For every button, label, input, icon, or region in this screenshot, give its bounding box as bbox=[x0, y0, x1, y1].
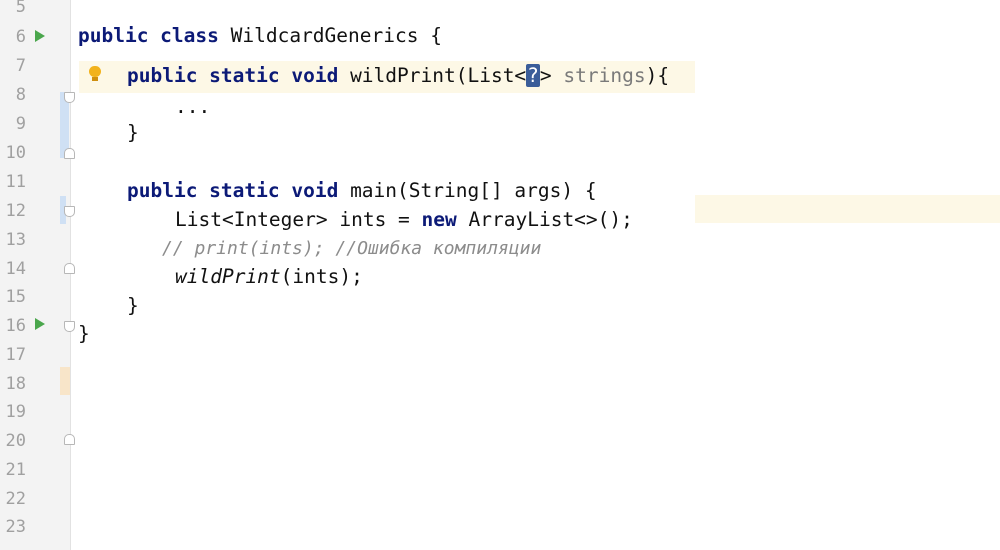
line-number: 12 bbox=[5, 201, 26, 221]
line-number: 14 bbox=[5, 259, 26, 279]
unused-parameter: strings bbox=[551, 64, 646, 87]
code-text: ){ bbox=[645, 64, 670, 87]
code-text: } bbox=[78, 322, 90, 345]
line-number: 5 bbox=[15, 0, 26, 17]
folded-code-placeholder[interactable]: ... bbox=[175, 96, 210, 118]
change-marker bbox=[60, 367, 70, 395]
keyword: public static void bbox=[127, 64, 339, 87]
code-text: } bbox=[127, 121, 139, 144]
line-number: 18 bbox=[5, 374, 26, 394]
code-text: List<Integer> ints = bbox=[175, 208, 422, 231]
line-number: 9 bbox=[15, 114, 26, 134]
keyword: public class bbox=[78, 24, 219, 47]
code-text: main(String[] args) { bbox=[338, 179, 597, 202]
line-number: 8 bbox=[15, 85, 26, 105]
line-number: 17 bbox=[5, 345, 26, 365]
line-number: 23 bbox=[5, 517, 26, 537]
keyword: public static void bbox=[127, 179, 339, 202]
code-text: WildcardGenerics { bbox=[218, 24, 442, 47]
code-line-11[interactable]: public static void main(String[] args) { bbox=[127, 180, 597, 202]
fold-icon[interactable] bbox=[64, 92, 75, 103]
line-number: 16 bbox=[5, 316, 26, 336]
caret-line-highlight bbox=[695, 195, 1000, 223]
code-text: wildPrint(List< bbox=[338, 64, 527, 87]
code-line-15[interactable]: } bbox=[127, 295, 139, 317]
code-line-14[interactable]: wildPrint(ints); bbox=[175, 266, 363, 288]
code-editor[interactable]: 5 6 7 8 9 10 11 12 13 14 15 16 17 18 19 … bbox=[0, 0, 1000, 550]
code-line-16[interactable]: } bbox=[78, 323, 90, 345]
code-text: > bbox=[539, 64, 552, 87]
unfold-icon[interactable] bbox=[64, 148, 75, 159]
line-number: 19 bbox=[5, 402, 26, 422]
line-number: 10 bbox=[5, 143, 26, 163]
code-text: (ints); bbox=[280, 265, 363, 288]
code-line-7[interactable]: public static void wildPrint(List<?> str… bbox=[127, 64, 670, 87]
line-number: 11 bbox=[5, 172, 26, 192]
keyword: new bbox=[421, 208, 457, 231]
comment-text: // print(ints); //Ошибка компиляции bbox=[162, 238, 542, 259]
line-number: 7 bbox=[15, 56, 26, 76]
unfold-icon[interactable] bbox=[64, 263, 75, 274]
ellipsis: ... bbox=[175, 95, 211, 118]
line-number: 22 bbox=[5, 489, 26, 509]
code-line-12[interactable]: List<Integer> ints = new ArrayList<>(); bbox=[175, 209, 633, 231]
code-line-13-comment[interactable]: // print(ints); //Ошибка компиляции bbox=[162, 238, 541, 260]
code-line-6[interactable]: public class WildcardGenerics { bbox=[78, 25, 442, 47]
run-main-icon[interactable] bbox=[35, 318, 45, 330]
line-number: 15 bbox=[5, 287, 26, 307]
line-number: 21 bbox=[5, 460, 26, 480]
line-number: 6 bbox=[15, 27, 26, 47]
line-number: 13 bbox=[5, 230, 26, 250]
editor-gutter: 5 6 7 8 9 10 11 12 13 14 15 16 17 18 19 … bbox=[0, 0, 75, 550]
fold-icon[interactable] bbox=[64, 206, 75, 217]
line-number: 20 bbox=[5, 431, 26, 451]
code-text: ArrayList<>(); bbox=[456, 208, 633, 231]
fold-icon[interactable] bbox=[64, 321, 75, 332]
method-call: wildPrint bbox=[175, 265, 281, 288]
lightbulb-icon[interactable] bbox=[89, 66, 101, 82]
code-text: } bbox=[127, 294, 139, 317]
unfold-icon[interactable] bbox=[64, 434, 75, 445]
code-line-9[interactable]: } bbox=[127, 122, 139, 144]
wildcard-highlight[interactable]: ? bbox=[526, 64, 540, 87]
run-class-icon[interactable] bbox=[35, 30, 45, 42]
